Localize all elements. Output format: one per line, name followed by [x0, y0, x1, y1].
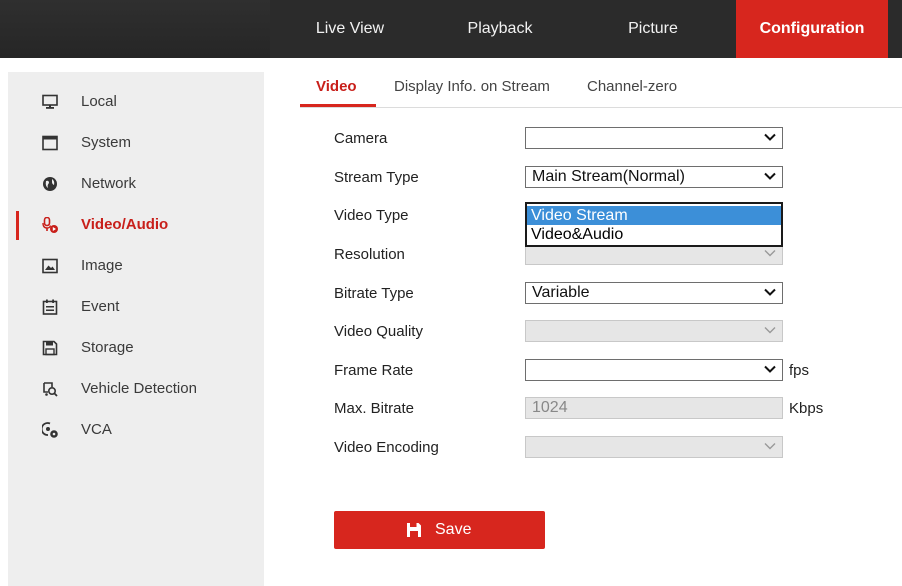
video-type-option-video-audio[interactable]: Video&Audio	[527, 225, 781, 244]
globe-icon	[43, 177, 57, 191]
bitrate-type-value: Variable	[532, 284, 590, 301]
sidebar-item-network[interactable]: Network	[8, 163, 264, 204]
top-nav-endcap	[888, 0, 902, 58]
tab-channel-zero[interactable]: Channel-zero	[587, 78, 677, 95]
video-encoding-label: Video Encoding	[334, 439, 439, 456]
video-type-label: Video Type	[334, 207, 409, 224]
sidebar-item-image[interactable]: Image	[8, 245, 264, 286]
sidebar-item-label: Event	[81, 298, 120, 315]
sidebar: Local System Network Video/Audio Image E…	[8, 72, 264, 586]
max-bitrate-label: Max. Bitrate	[334, 400, 415, 417]
video-type-option-video-stream[interactable]: Video Stream	[527, 206, 781, 225]
vca-icon	[42, 422, 58, 438]
chevron-down-icon	[764, 288, 776, 296]
video-quality-label: Video Quality	[334, 323, 423, 340]
video-type-dropdown[interactable]: Video Stream Video&Audio	[525, 202, 783, 247]
bitrate-type-select[interactable]: Variable	[525, 282, 783, 304]
max-bitrate-value: 1024	[532, 399, 568, 416]
bitrate-type-label: Bitrate Type	[334, 285, 414, 302]
vehicle-search-icon	[43, 382, 58, 397]
resolution-label: Resolution	[334, 246, 405, 263]
tab-video[interactable]: Video	[316, 78, 357, 95]
tab-divider	[300, 107, 902, 108]
tab-display-info-on-stream[interactable]: Display Info. on Stream	[394, 78, 550, 95]
frame-rate-select[interactable]	[525, 359, 783, 381]
sidebar-item-vehicle-detection[interactable]: Vehicle Detection	[8, 368, 264, 409]
sidebar-item-label: Vehicle Detection	[81, 380, 197, 397]
chevron-down-icon	[764, 443, 776, 450]
camera-label: Camera	[334, 130, 388, 147]
window-icon	[42, 135, 58, 151]
sidebar-item-system[interactable]: System	[8, 122, 264, 163]
sidebar-item-label: Image	[81, 257, 123, 274]
monitor-icon	[42, 94, 58, 109]
chevron-down-icon	[764, 172, 776, 180]
camera-select[interactable]	[525, 127, 783, 149]
floppy-disk-icon	[42, 340, 58, 356]
frame-rate-label: Frame Rate	[334, 362, 414, 379]
sidebar-item-storage[interactable]: Storage	[8, 327, 264, 368]
sidebar-item-label: VCA	[81, 421, 112, 438]
sidebar-item-event[interactable]: Event	[8, 286, 264, 327]
frame-rate-unit: fps	[789, 362, 810, 379]
chevron-down-icon	[764, 327, 776, 334]
stream-type-select[interactable]: Main Stream(Normal)	[525, 166, 783, 188]
logo-area	[0, 0, 270, 58]
save-button[interactable]: Save	[334, 511, 545, 549]
nav-picture[interactable]: Picture	[570, 0, 736, 58]
chevron-down-icon	[764, 365, 776, 373]
video-quality-select[interactable]	[525, 320, 783, 342]
sidebar-item-label: Network	[81, 175, 137, 192]
sidebar-item-video-audio[interactable]: Video/Audio	[8, 204, 264, 245]
max-bitrate-unit: Kbps	[789, 400, 824, 417]
max-bitrate-input[interactable]: 1024	[525, 397, 783, 419]
sidebar-item-local[interactable]: Local	[8, 81, 264, 122]
sidebar-item-vca[interactable]: VCA	[8, 409, 264, 450]
sidebar-item-label: System	[81, 134, 132, 151]
save-button-label: Save	[435, 521, 472, 538]
nav-configuration[interactable]: Configuration	[736, 0, 888, 58]
top-nav-bar: Live View Playback Picture Configuration	[0, 0, 902, 58]
picture-icon	[42, 258, 58, 274]
sidebar-item-label: Storage	[81, 339, 134, 356]
sidebar-item-label: Local	[81, 93, 117, 110]
stream-type-value: Main Stream(Normal)	[532, 168, 685, 185]
microphone-video-icon	[42, 217, 58, 233]
sidebar-item-label: Video/Audio	[81, 216, 169, 233]
chevron-down-icon	[764, 133, 776, 141]
nav-live-view[interactable]: Live View	[270, 0, 430, 58]
video-encoding-select[interactable]	[525, 436, 783, 458]
nav-playback[interactable]: Playback	[430, 0, 570, 58]
stream-type-label: Stream Type	[334, 169, 419, 186]
calendar-icon	[42, 299, 58, 315]
chevron-down-icon	[764, 250, 776, 257]
floppy-disk-icon	[407, 523, 421, 537]
